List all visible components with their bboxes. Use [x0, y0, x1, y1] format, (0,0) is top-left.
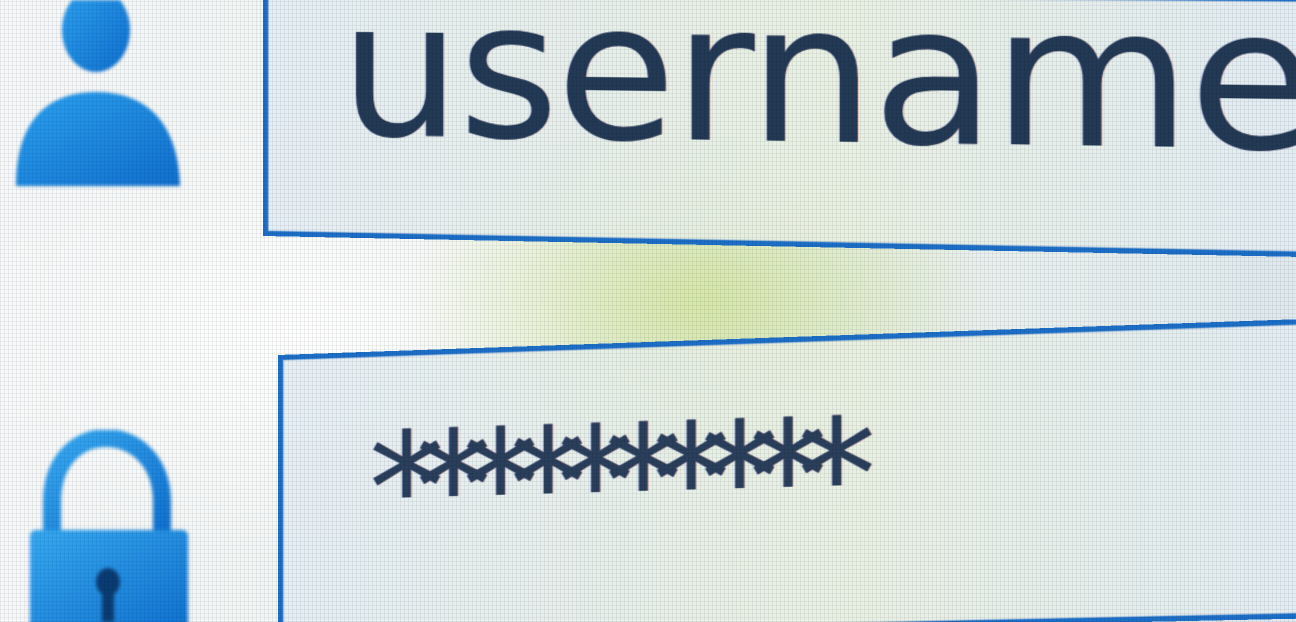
password-masked-value: **********	[361, 387, 838, 579]
password-field[interactable]: **********	[278, 317, 1296, 622]
username-value: username	[340, 0, 1296, 197]
username-field[interactable]: username	[263, 0, 1296, 258]
user-icon	[16, 0, 180, 186]
login-form: username **********	[0, 0, 1296, 622]
lock-icon	[30, 430, 188, 622]
